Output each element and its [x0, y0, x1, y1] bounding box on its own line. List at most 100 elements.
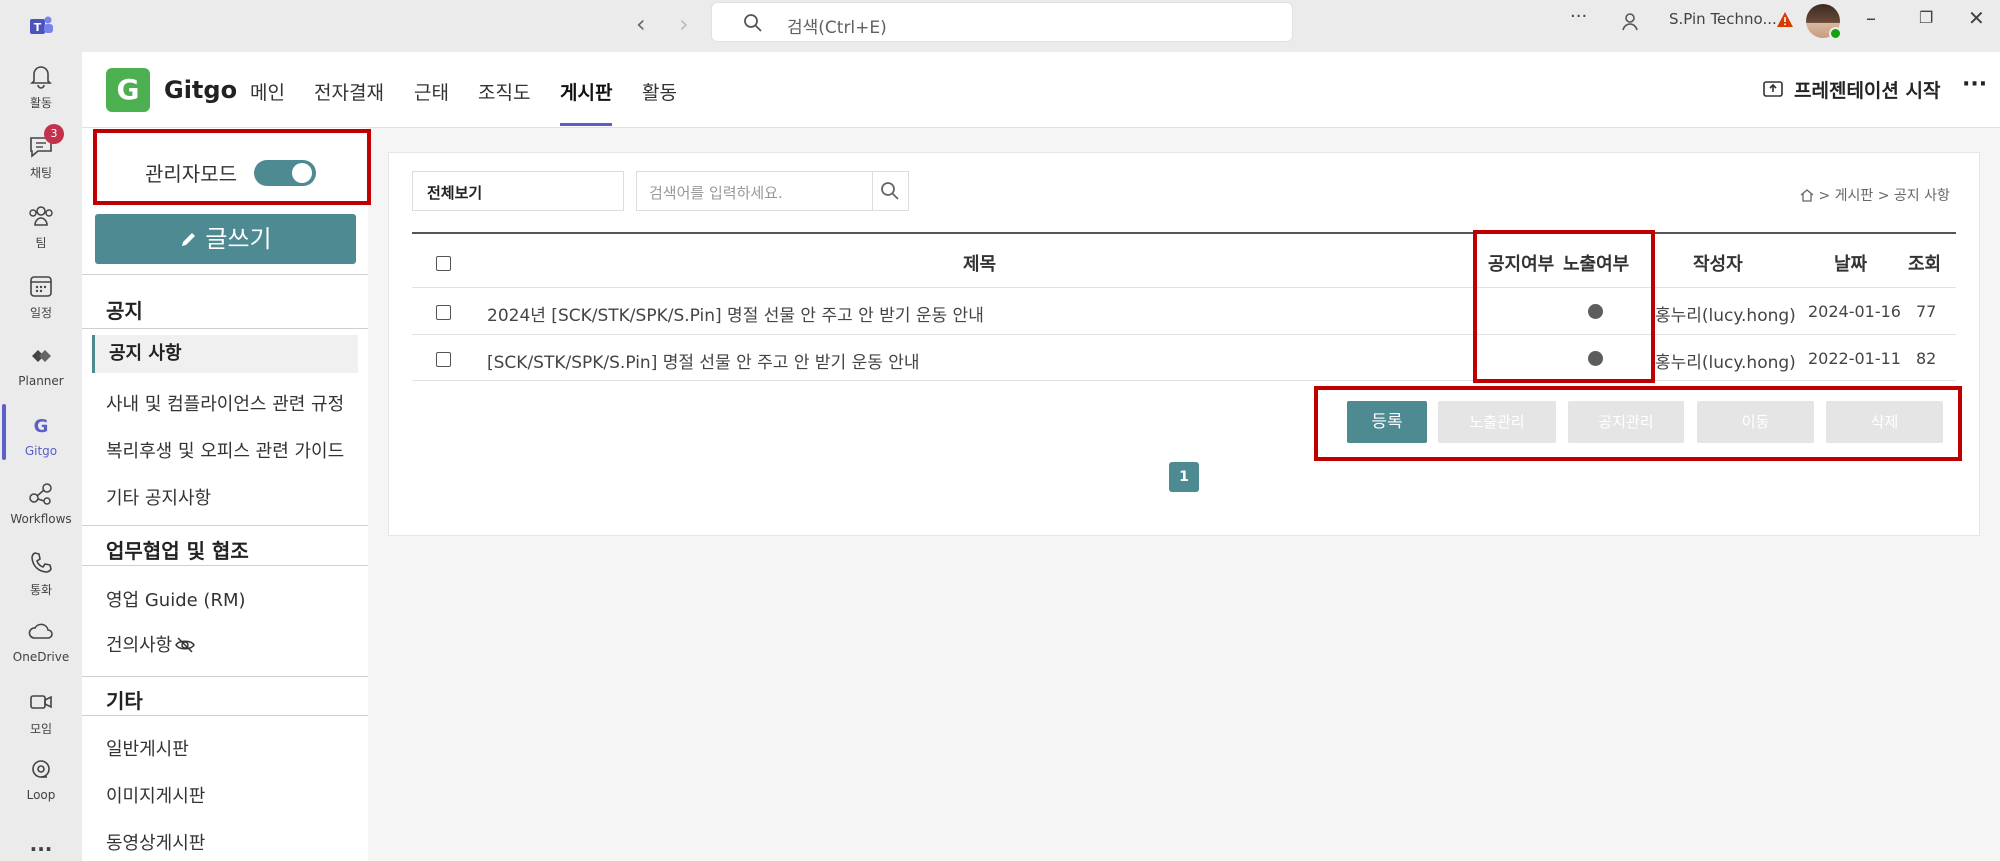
- rail-item-meet[interactable]: 모임: [0, 688, 82, 737]
- global-search-box[interactable]: 검색(Ctrl+E): [711, 2, 1293, 42]
- rail-item-loop[interactable]: Loop: [0, 756, 82, 802]
- phone-icon: [31, 552, 52, 573]
- org-name[interactable]: S.Pin Techno...: [1669, 10, 1777, 28]
- breadcrumb-path: > 게시판 > 공지 사항: [1818, 188, 1950, 204]
- notice-manage-button[interactable]: 공지관리: [1568, 401, 1684, 443]
- rail-item-teams[interactable]: 팀: [0, 202, 82, 251]
- rail-label: 통화: [29, 583, 53, 597]
- back-arrow-icon[interactable]: ‹: [636, 10, 646, 38]
- sidebar-item-suggestions[interactable]: 건의사항: [106, 631, 196, 657]
- rail-item-onedrive[interactable]: OneDrive: [0, 618, 82, 664]
- register-button[interactable]: 등록: [1347, 401, 1427, 443]
- app-header: G Gitgo 메인 전자결재 근태 조직도 게시판 활동 프레젠테이션 시작 …: [82, 52, 2000, 128]
- search-icon: [881, 182, 899, 200]
- rail-item-calls[interactable]: 통화: [0, 549, 82, 598]
- table-divider: [412, 287, 1956, 288]
- admin-mode-toggle[interactable]: [254, 160, 316, 186]
- move-button[interactable]: 이동: [1697, 401, 1814, 443]
- sidebar-divider: [82, 715, 368, 716]
- rail-item-calendar[interactable]: 일정: [0, 272, 82, 321]
- tab-board[interactable]: 게시판: [560, 78, 612, 105]
- user-avatar[interactable]: [1806, 4, 1842, 40]
- sidebar-item-notice[interactable]: 공지 사항: [92, 335, 358, 373]
- row-date: 2022-01-11: [1808, 349, 1901, 368]
- rail-item-planner[interactable]: Planner: [0, 342, 82, 388]
- sidebar-item-other-notice[interactable]: 기타 공지사항: [106, 484, 211, 510]
- svg-text:T: T: [34, 21, 42, 34]
- calendar-icon: [30, 276, 52, 297]
- columns-highlight: [1473, 230, 1655, 383]
- teams-logo-icon: T: [30, 16, 53, 34]
- planner-icon: [32, 350, 51, 362]
- tab-org-chart[interactable]: 조직도: [478, 78, 530, 105]
- rail-label: 팀: [35, 236, 47, 250]
- warning-icon[interactable]: [1776, 11, 1794, 29]
- sidebar-item-sales-guide[interactable]: 영업 Guide (RM): [106, 586, 246, 612]
- sidebar-item-general-board[interactable]: 일반게시판: [106, 735, 189, 761]
- table-top-border: [412, 232, 1956, 234]
- board-search-input[interactable]: 검색어를 입력하세요.: [636, 171, 873, 211]
- video-icon: [30, 695, 52, 709]
- tab-activity[interactable]: 활동: [642, 78, 677, 105]
- rail-label: Planner: [18, 374, 64, 388]
- minimize-icon[interactable]: –: [1866, 6, 1876, 30]
- row-author: 홍누리(lucy.hong): [1655, 353, 1796, 373]
- share-screen-icon: [1763, 81, 1783, 97]
- sidebar-divider: [82, 274, 368, 275]
- row-author: 홍누리(lucy.hong): [1655, 306, 1796, 326]
- rail-item-activity[interactable]: 활동: [0, 62, 82, 111]
- rail-label: 일정: [29, 306, 53, 320]
- table-divider: [412, 334, 1956, 335]
- admin-mode-label: 관리자모드: [145, 162, 237, 186]
- bell-icon: [30, 66, 52, 89]
- rail-item-gitgo[interactable]: G Gitgo: [0, 412, 82, 458]
- section-collaboration: 업무협업 및 협조: [106, 539, 249, 563]
- write-post-button[interactable]: 글쓰기: [95, 214, 356, 264]
- select-all-checkbox[interactable]: [436, 256, 451, 271]
- rail-item-chat[interactable]: 3 채팅: [0, 124, 82, 181]
- chat-unread-badge: 3: [44, 124, 64, 144]
- sidebar-divider: [82, 565, 368, 566]
- cloud-icon: [28, 623, 53, 639]
- row-checkbox[interactable]: [436, 352, 451, 367]
- header-more-icon[interactable]: ···: [1962, 72, 1987, 97]
- restore-icon[interactable]: ❐: [1919, 8, 1933, 27]
- toggle-knob: [292, 163, 312, 183]
- rail-item-workflows[interactable]: Workflows: [0, 480, 82, 526]
- column-header-views: 조회: [1908, 254, 1942, 275]
- people-icon[interactable]: [1620, 11, 1642, 33]
- exposure-manage-button[interactable]: 노출관리: [1438, 401, 1556, 443]
- more-icon: ...: [29, 832, 53, 856]
- close-icon[interactable]: ✕: [1968, 6, 1985, 30]
- table-divider: [412, 380, 1956, 381]
- board-sidebar: 관리자모드 글쓰기 공지 공지 사항 사내 및 컴플라이언스 관련 규정 복리후…: [82, 128, 371, 861]
- tab-approval[interactable]: 전자결재: [314, 78, 384, 105]
- row-checkbox[interactable]: [436, 305, 451, 320]
- gitgo-logo-icon: G: [106, 68, 150, 112]
- tab-attendance[interactable]: 근태: [414, 78, 449, 105]
- rail-more-apps[interactable]: ...: [0, 832, 82, 856]
- row-views: 77: [1916, 302, 1937, 321]
- rail-label: 모임: [29, 722, 53, 736]
- presence-available-icon: [1829, 27, 1842, 40]
- row-views: 82: [1916, 349, 1937, 368]
- row-title[interactable]: 2024년 [SCK/STK/SPK/S.Pin] 명절 선물 안 주고 안 받…: [487, 301, 984, 326]
- board-search-button[interactable]: [873, 171, 909, 211]
- delete-button[interactable]: 삭제: [1826, 401, 1943, 443]
- gitgo-icon: G: [34, 416, 49, 437]
- forward-arrow-icon[interactable]: ›: [679, 10, 689, 38]
- tab-main[interactable]: 메인: [250, 78, 285, 105]
- title-bar: T ‹ › 검색(Ctrl+E) ··· S.Pin Techno... – ❐…: [0, 0, 2000, 52]
- sidebar-item-image-board[interactable]: 이미지게시판: [106, 782, 205, 808]
- sidebar-item-compliance[interactable]: 사내 및 컴플라이언스 관련 규정: [106, 390, 344, 416]
- start-presentation-button[interactable]: 프레젠테이션 시작: [1794, 76, 1940, 103]
- svg-text:G: G: [34, 416, 49, 437]
- pagination-page[interactable]: 1: [1169, 462, 1199, 492]
- home-icon[interactable]: [1800, 188, 1814, 202]
- filter-select[interactable]: 전체보기: [412, 171, 624, 211]
- row-title[interactable]: [SCK/STK/SPK/S.Pin] 명절 선물 안 주고 안 받기 운동 안…: [487, 348, 920, 373]
- sidebar-item-video-board[interactable]: 동영상게시판: [106, 829, 205, 855]
- more-options-icon[interactable]: ···: [1570, 6, 1587, 27]
- sidebar-item-welfare-guide[interactable]: 복리후생 및 오피스 관련 가이드: [106, 437, 344, 463]
- app-name: Gitgo: [164, 76, 238, 104]
